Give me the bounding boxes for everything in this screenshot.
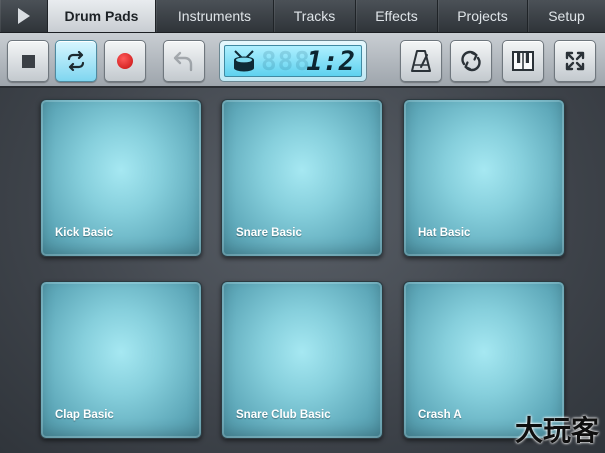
piano-button[interactable] [502,40,544,82]
drum-pad-clap-basic[interactable]: Clap Basic [40,281,202,439]
time-display: 888 1:2 [219,40,367,82]
pad-label: Snare Club Basic [236,409,331,421]
loop-icon [67,51,85,71]
piano-icon [512,51,534,71]
drum-pad-snare-basic[interactable]: Snare Basic [221,99,383,257]
sync-icon [461,50,481,72]
drum-pad-hat-basic[interactable]: Hat Basic [403,99,565,257]
tab-bar: Drum Pads Instruments Tracks Effects Pro… [0,0,605,33]
display-time: 1:2 [306,46,355,77]
pad-label: Crash A [418,409,462,421]
metronome-icon [411,50,431,72]
sync-button[interactable] [450,40,492,82]
undo-icon [173,51,193,72]
display-ghost-digits: 888 [261,47,311,77]
tab-effects[interactable]: Effects [356,0,438,32]
tab-setup[interactable]: Setup [528,0,605,32]
watermark: 大玩客 [514,414,599,447]
tab-drum-pads[interactable]: Drum Pads [48,0,156,32]
toolbar: 888 1:2 [0,33,605,88]
play-button[interactable] [0,0,48,32]
drum-icon [234,50,254,72]
tab-instruments[interactable]: Instruments [156,0,274,32]
app-window: Drum Pads Instruments Tracks Effects Pro… [0,0,605,453]
tab-tracks[interactable]: Tracks [274,0,356,32]
drum-pad-kick-basic[interactable]: Kick Basic [40,99,202,257]
fullscreen-button[interactable] [554,40,596,82]
pad-label: Snare Basic [236,227,302,239]
record-button[interactable] [104,40,146,82]
play-icon [17,8,30,24]
undo-button[interactable] [163,40,205,82]
pad-label: Hat Basic [418,227,471,239]
stop-icon [21,54,35,68]
tab-projects[interactable]: Projects [438,0,528,32]
record-icon [117,53,133,69]
drum-pad-snare-club-basic[interactable]: Snare Club Basic [221,281,383,439]
pad-label: Clap Basic [55,409,114,421]
loop-button[interactable] [55,40,97,82]
stop-button[interactable] [7,40,49,82]
fullscreen-icon [565,51,585,71]
metronome-button[interactable] [400,40,442,82]
pad-label: Kick Basic [55,227,114,239]
time-display-screen: 888 1:2 [224,45,362,77]
